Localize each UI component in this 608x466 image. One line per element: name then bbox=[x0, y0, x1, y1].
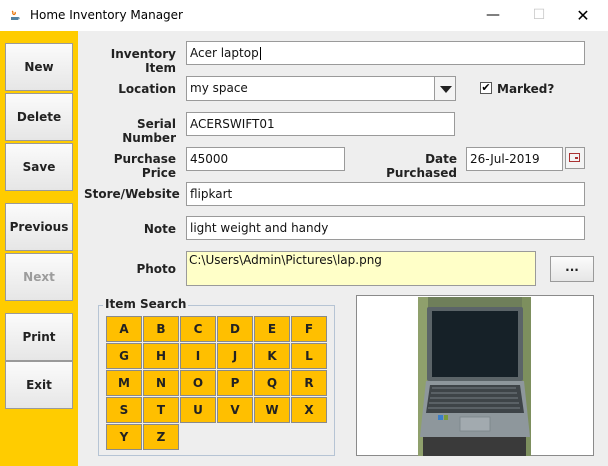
letter-button-d[interactable]: D bbox=[217, 316, 253, 342]
letter-button-p[interactable]: P bbox=[217, 370, 253, 396]
letter-button-h[interactable]: H bbox=[143, 343, 179, 369]
marked-checkbox[interactable]: ✔ bbox=[480, 82, 492, 94]
minimize-button[interactable]: — bbox=[470, 0, 516, 31]
location-dropdown-arrow-icon[interactable] bbox=[434, 76, 456, 101]
purchase-price-label: Purchase Price bbox=[113, 152, 176, 180]
delete-button[interactable]: Delete bbox=[5, 93, 73, 141]
serial-number-label: Serial Number bbox=[122, 117, 176, 145]
letter-button-v[interactable]: V bbox=[217, 397, 253, 423]
letter-button-n[interactable]: N bbox=[143, 370, 179, 396]
letter-button-j[interactable]: J bbox=[217, 343, 253, 369]
letter-button-o[interactable]: O bbox=[180, 370, 216, 396]
location-combo[interactable]: my space bbox=[186, 76, 435, 101]
laptop-photo-drawing bbox=[418, 297, 531, 456]
note-input[interactable]: light weight and handy bbox=[186, 216, 585, 240]
letter-button-q[interactable]: Q bbox=[254, 370, 290, 396]
inventory-item-value: Acer laptop bbox=[190, 46, 259, 60]
exit-button[interactable]: Exit bbox=[5, 361, 73, 409]
window-title: Home Inventory Manager bbox=[30, 8, 183, 22]
laptop-photo-image bbox=[418, 297, 531, 456]
letter-button-l[interactable]: L bbox=[291, 343, 327, 369]
letter-button-m[interactable]: M bbox=[106, 370, 142, 396]
letter-button-r[interactable]: R bbox=[291, 370, 327, 396]
letter-button-c[interactable]: C bbox=[180, 316, 216, 342]
letter-button-f[interactable]: F bbox=[291, 316, 327, 342]
new-button[interactable]: New bbox=[5, 43, 73, 91]
store-website-label: Store/Website bbox=[84, 187, 180, 201]
marked-label: Marked? bbox=[497, 82, 555, 96]
java-app-icon bbox=[8, 8, 22, 22]
date-purchased-label: Date Purchased bbox=[386, 152, 457, 180]
letter-button-a[interactable]: A bbox=[106, 316, 142, 342]
close-button[interactable]: ✕ bbox=[560, 0, 606, 31]
letter-button-t[interactable]: T bbox=[143, 397, 179, 423]
item-search-title: Item Search bbox=[103, 297, 189, 311]
location-label: Location bbox=[118, 82, 176, 96]
date-purchased-input[interactable]: 26-Jul-2019 bbox=[466, 147, 563, 171]
previous-button[interactable]: Previous bbox=[5, 203, 73, 251]
letter-button-z[interactable]: Z bbox=[143, 424, 179, 450]
save-button[interactable]: Save bbox=[5, 143, 73, 191]
date-picker-button[interactable] bbox=[565, 147, 585, 169]
letter-button-x[interactable]: X bbox=[291, 397, 327, 423]
inventory-item-label: Inventory Item bbox=[110, 47, 176, 75]
photo-path-field: C:\Users\Admin\Pictures\lap.png bbox=[186, 251, 536, 286]
letter-button-g[interactable]: G bbox=[106, 343, 142, 369]
note-label: Note bbox=[143, 222, 176, 236]
letter-button-e[interactable]: E bbox=[254, 316, 290, 342]
next-button[interactable]: Next bbox=[5, 253, 73, 301]
purchase-price-input[interactable]: 45000 bbox=[186, 147, 345, 171]
print-button[interactable]: Print bbox=[5, 313, 73, 361]
letter-button-s[interactable]: S bbox=[106, 397, 142, 423]
letter-button-b[interactable]: B bbox=[143, 316, 179, 342]
text-caret bbox=[259, 47, 261, 60]
store-website-input[interactable]: flipkart bbox=[186, 182, 585, 206]
letter-button-k[interactable]: K bbox=[254, 343, 290, 369]
letter-button-u[interactable]: U bbox=[180, 397, 216, 423]
letter-button-w[interactable]: W bbox=[254, 397, 290, 423]
letter-button-y[interactable]: Y bbox=[106, 424, 142, 450]
title-bar: Home Inventory Manager — ☐ ✕ bbox=[0, 0, 608, 31]
browse-photo-button[interactable]: ... bbox=[550, 256, 594, 282]
maximize-button[interactable]: ☐ bbox=[516, 0, 562, 31]
letter-button-i[interactable]: I bbox=[180, 343, 216, 369]
location-value: my space bbox=[190, 81, 248, 95]
serial-number-input[interactable]: ACERSWIFT01 bbox=[186, 112, 455, 136]
calendar-icon bbox=[569, 153, 580, 162]
photo-label: Photo bbox=[136, 262, 176, 276]
inventory-item-input[interactable]: Acer laptop bbox=[186, 41, 585, 65]
